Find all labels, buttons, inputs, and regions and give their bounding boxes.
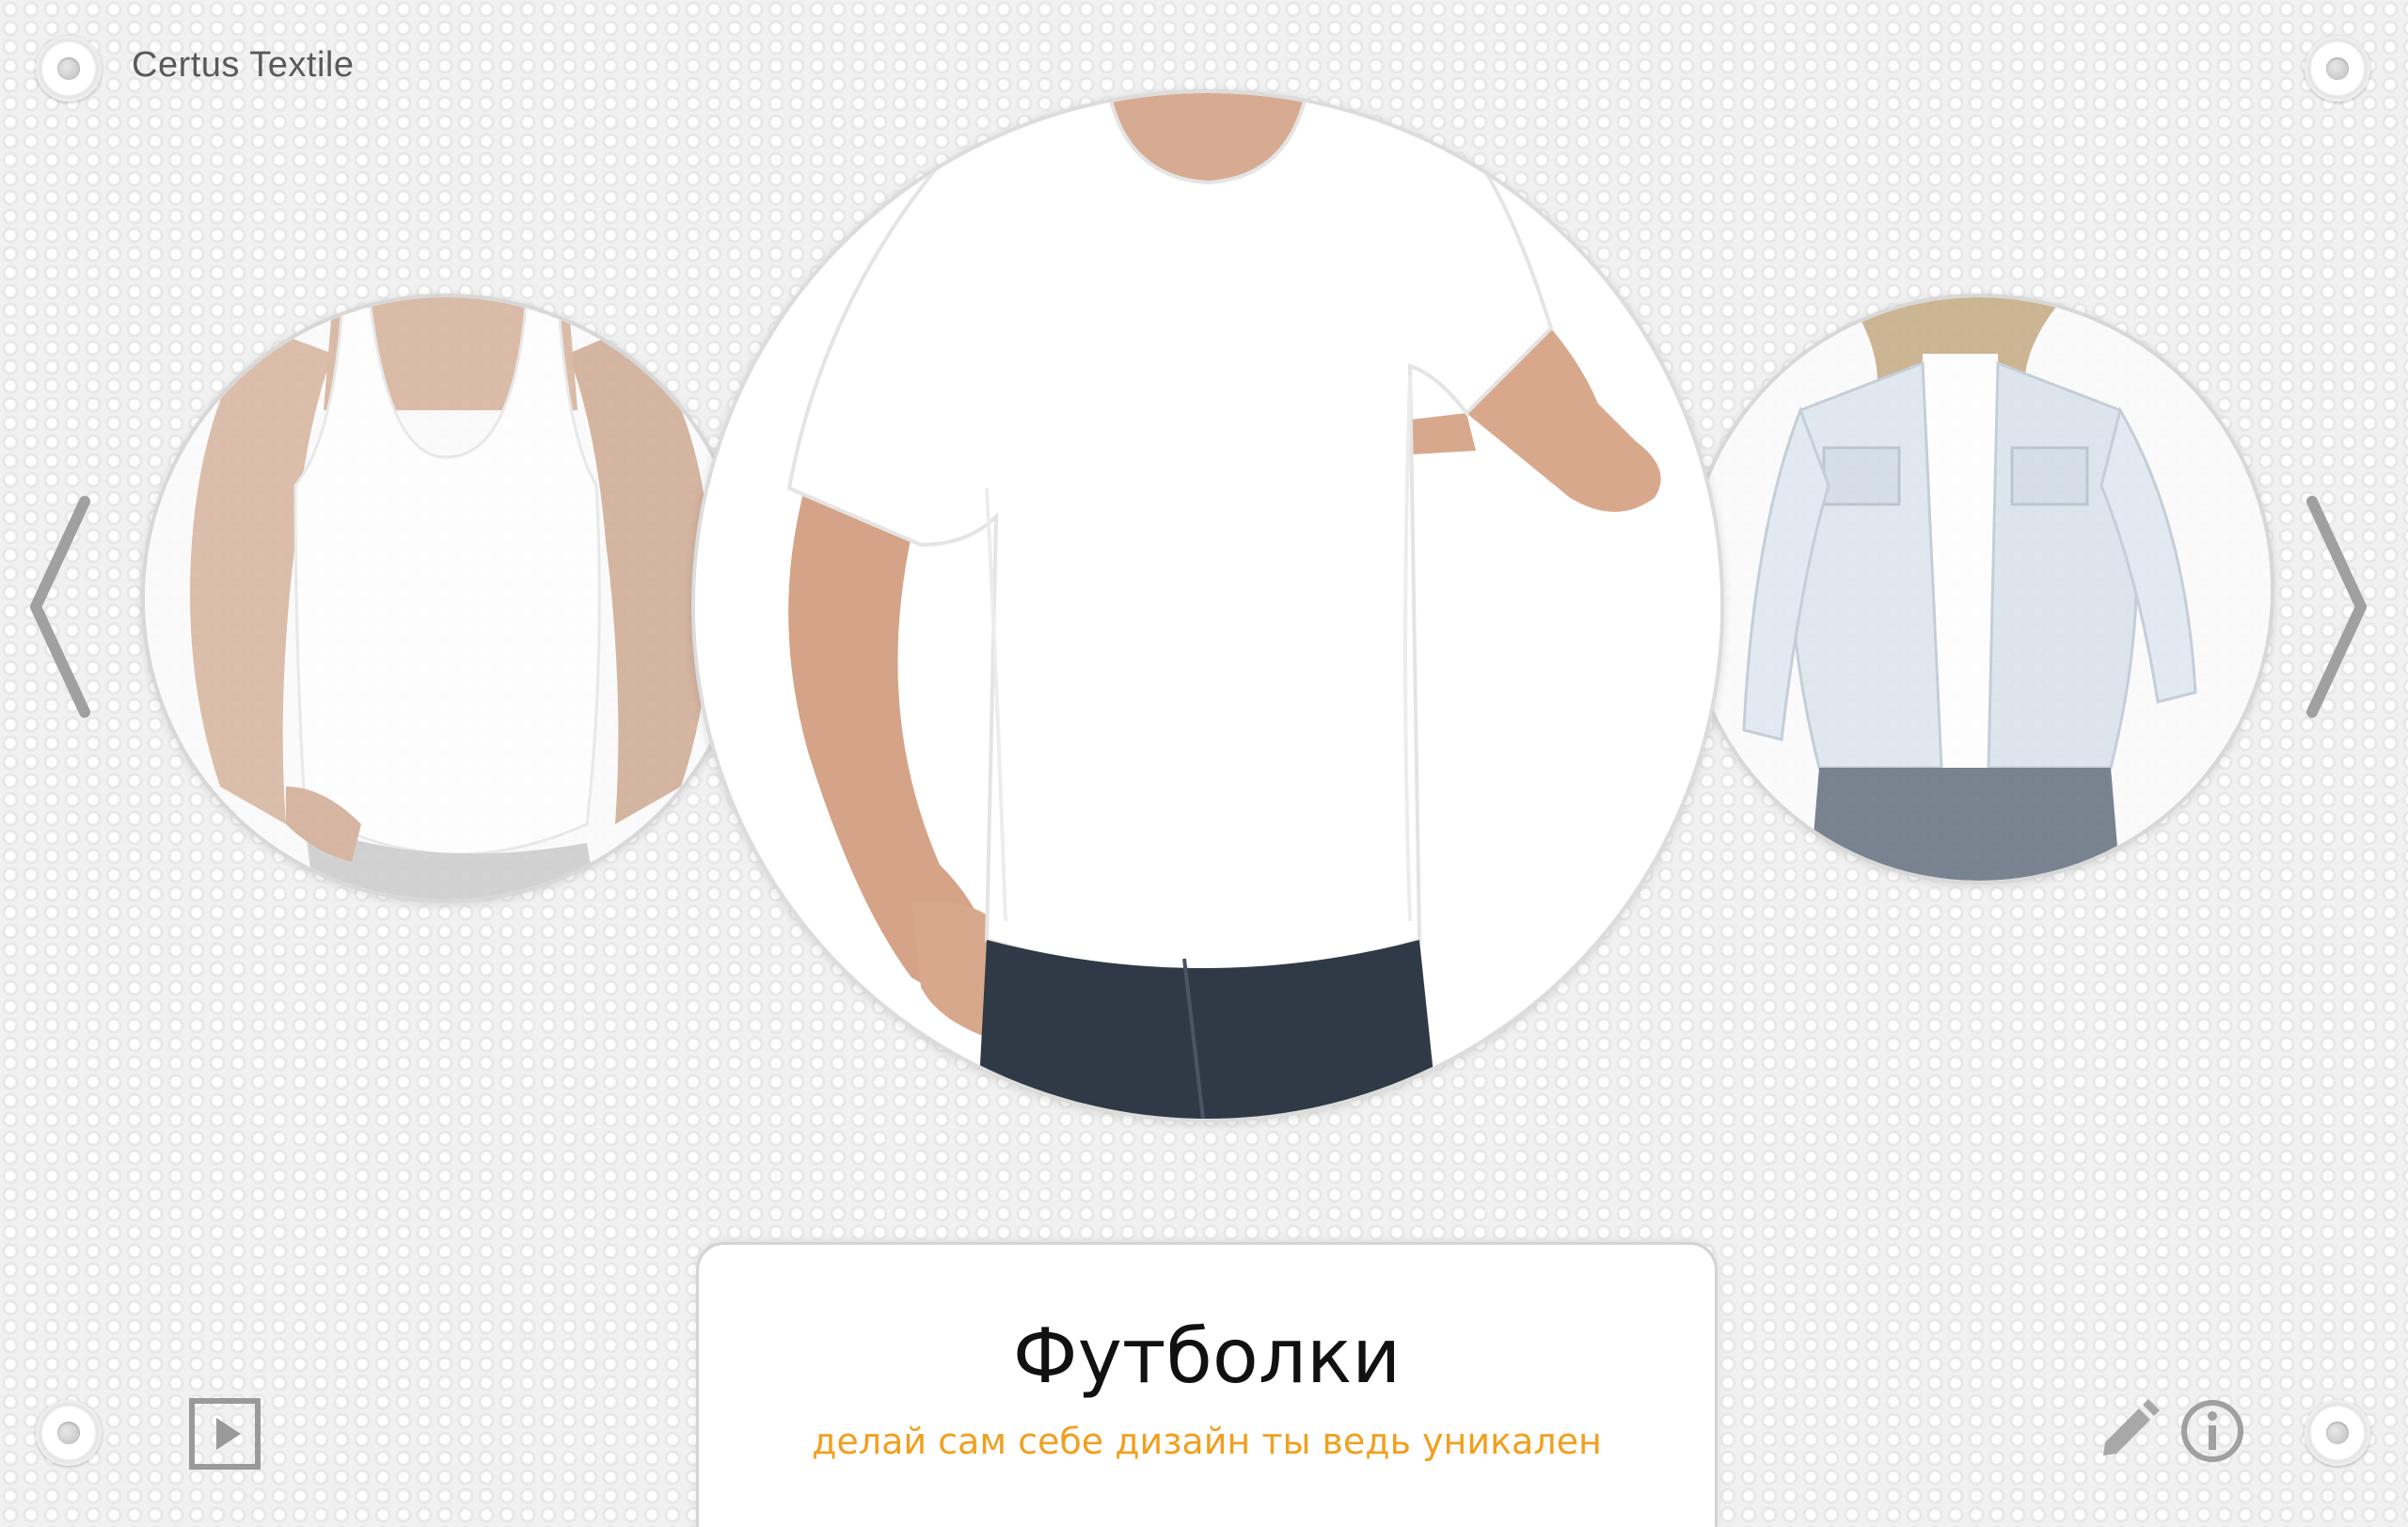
tank-top-image <box>145 297 747 899</box>
next-arrow-button[interactable] <box>2305 494 2370 720</box>
caption-card: Футболки делай сам себе дизайн ты ведь у… <box>696 1242 1718 1527</box>
app-title: Certus Textile <box>132 45 355 85</box>
bottom-left-corner-button[interactable] <box>36 1400 102 1466</box>
t-shirt-image <box>695 93 1720 1119</box>
corner-dot-icon <box>2326 57 2349 80</box>
category-subtitle: делай сам себе дизайн ты ведь уникален <box>812 1421 1602 1462</box>
corner-dot-icon <box>57 1422 80 1444</box>
denim-jacket-image <box>1687 297 2271 881</box>
info-icon <box>2181 1400 2243 1462</box>
chevron-left-icon <box>30 496 90 718</box>
chevron-right-icon <box>2306 496 2367 718</box>
corner-dot-icon <box>2326 1422 2349 1444</box>
play-icon <box>189 1398 261 1470</box>
category-title: Футболки <box>1012 1312 1402 1400</box>
top-right-corner-button[interactable] <box>2305 36 2370 102</box>
edit-button[interactable] <box>2096 1397 2162 1463</box>
info-button[interactable] <box>2178 1397 2246 1465</box>
carousel-item-denim-jacket[interactable] <box>1684 294 2274 884</box>
prev-arrow-button[interactable] <box>26 494 92 720</box>
pencil-icon <box>2103 1399 2160 1455</box>
top-left-corner-button[interactable] <box>36 36 102 102</box>
bottom-right-corner-button[interactable] <box>2305 1400 2370 1466</box>
carousel-item-tank-top[interactable] <box>141 294 751 903</box>
carousel-item-t-shirt[interactable] <box>691 89 1724 1122</box>
play-button[interactable] <box>188 1397 261 1471</box>
corner-dot-icon <box>57 57 80 80</box>
